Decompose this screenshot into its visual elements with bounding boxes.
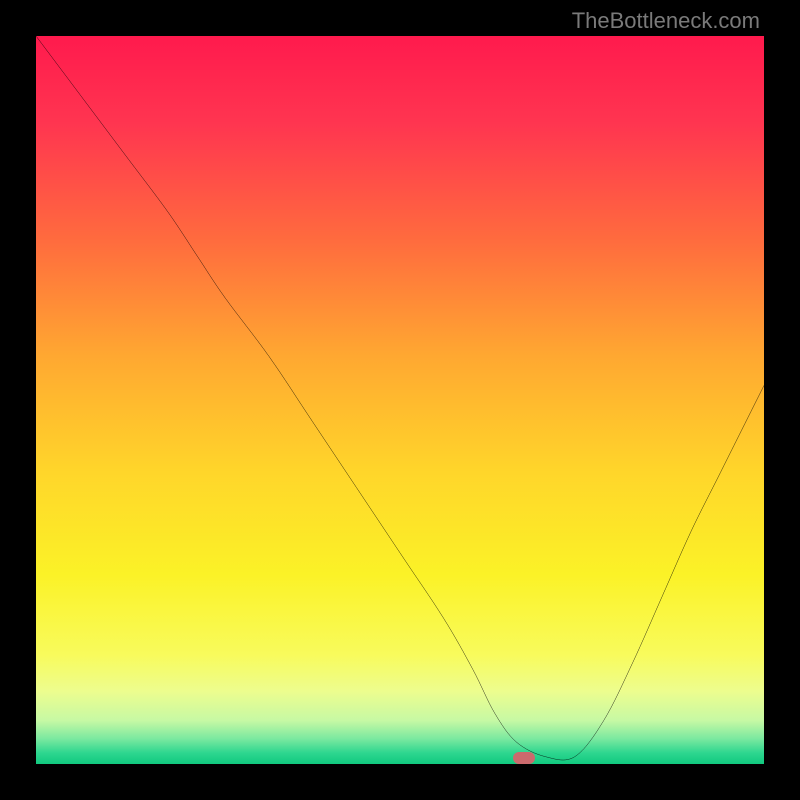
optimal-point-marker bbox=[513, 752, 535, 764]
heat-gradient-background bbox=[36, 36, 764, 764]
chart-container: TheBottleneck.com bbox=[0, 0, 800, 800]
watermark-text: TheBottleneck.com bbox=[572, 8, 760, 34]
plot-area bbox=[36, 36, 764, 764]
